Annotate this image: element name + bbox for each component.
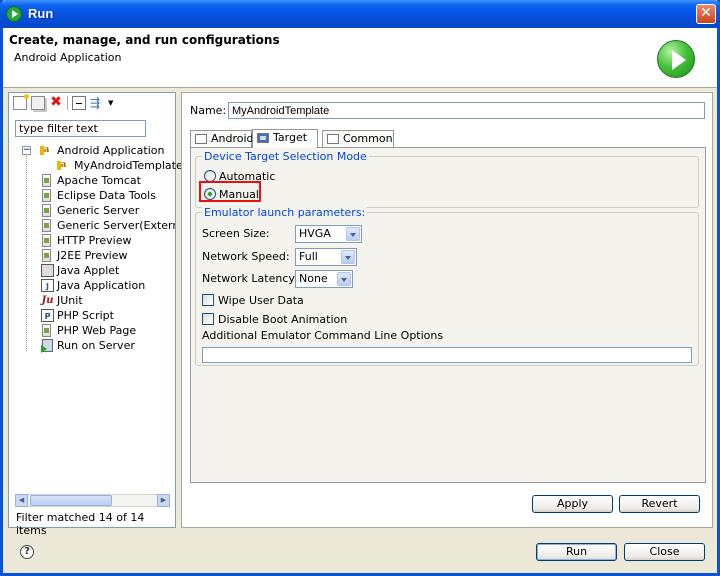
server-icon	[41, 339, 53, 353]
name-label: Name:	[190, 104, 227, 117]
configuration-name-input[interactable]	[228, 102, 705, 119]
header-banner: Create, manage, and run configurations A…	[3, 28, 717, 88]
applet-icon	[41, 264, 54, 277]
chevron-down-icon[interactable]	[337, 272, 351, 286]
toolbar-separator	[67, 96, 68, 110]
emulator-group-title: Emulator launch parameters:	[202, 206, 368, 219]
config-icon	[42, 249, 51, 262]
android-icon: a	[40, 144, 53, 157]
config-icon	[42, 234, 51, 247]
android-tab-icon	[195, 134, 207, 144]
config-toolbar: ✖ ⇶ ▼	[13, 94, 120, 114]
filter-dropdown-icon[interactable]: ▼	[108, 96, 116, 110]
tab-target[interactable]: Target	[252, 129, 318, 148]
tab-android[interactable]: Android	[190, 130, 254, 147]
duplicate-configuration-icon[interactable]	[31, 96, 45, 110]
config-icon	[42, 174, 51, 187]
target-tab-content: Device Target Selection Mode Automatic M…	[190, 147, 706, 483]
filter-input[interactable]	[15, 120, 146, 137]
configuration-list-panel: ✖⇶▼ − a Android Application a MyAndroidT…	[8, 92, 183, 537]
config-icon	[42, 189, 51, 202]
filter-status: Filter matched 14 of 14 items	[16, 511, 145, 537]
screen-size-select[interactable]: HVGA	[295, 225, 362, 243]
help-icon[interactable]: ?	[20, 545, 34, 559]
run-logo-icon	[657, 40, 695, 78]
window-title: Run	[28, 6, 54, 21]
junit-icon: Ju	[41, 295, 54, 306]
device-target-group: Device Target Selection Mode Automatic M…	[195, 150, 699, 208]
config-icon	[42, 324, 51, 337]
config-icon	[42, 219, 51, 232]
close-button[interactable]: Close	[624, 543, 705, 561]
new-configuration-icon[interactable]	[13, 94, 29, 110]
network-latency-label: Network Latency:	[202, 272, 298, 285]
config-icon	[42, 204, 51, 217]
network-speed-label: Network Speed:	[202, 250, 290, 263]
configuration-editor-panel: Name: Android Target Common Device Targe…	[181, 92, 713, 528]
scrollbar-thumb[interactable]	[30, 495, 112, 506]
tree-item-generic-server-external[interactable]: Generic Server(Externa	[17, 218, 175, 233]
collapse-all-icon[interactable]	[72, 96, 86, 110]
scroll-right-icon[interactable]: ▶	[157, 494, 170, 507]
close-window-button[interactable]: ✕	[696, 4, 716, 24]
java-app-icon: J	[41, 279, 54, 292]
run-app-icon	[6, 6, 22, 22]
scroll-left-icon[interactable]: ◀	[15, 494, 28, 507]
cmdline-options-label: Additional Emulator Command Line Options	[202, 329, 444, 342]
network-latency-select[interactable]: None	[295, 270, 353, 288]
target-tab-icon	[257, 133, 269, 143]
disable-boot-animation-box[interactable]	[202, 313, 214, 325]
manual-highlight-box	[199, 181, 261, 202]
wipe-user-data-box[interactable]	[202, 294, 214, 306]
tree-connector	[26, 151, 27, 351]
php-icon: P	[41, 309, 54, 322]
filter-configurations-icon[interactable]: ⇶	[90, 96, 104, 110]
common-tab-icon	[327, 134, 339, 144]
network-speed-select[interactable]: Full	[295, 248, 357, 266]
screen-size-label: Screen Size:	[202, 227, 270, 240]
close-icon: ✕	[700, 5, 712, 21]
run-button[interactable]: Run	[536, 543, 617, 561]
collapse-icon[interactable]: −	[22, 146, 31, 155]
chevron-down-icon[interactable]	[341, 250, 355, 264]
cmdline-options-input[interactable]	[202, 347, 692, 363]
android-icon: a	[57, 159, 70, 172]
chevron-down-icon[interactable]	[346, 227, 360, 241]
tab-common[interactable]: Common	[322, 130, 394, 147]
revert-button[interactable]: Revert	[619, 495, 700, 513]
run-dialog: Run ✕ Create, manage, and run configurat…	[0, 0, 720, 576]
emulator-launch-group: Emulator launch parameters: Screen Size:…	[195, 206, 699, 366]
banner-subtitle: Android Application	[14, 51, 122, 64]
horizontal-scrollbar[interactable]: ◀ ▶	[15, 494, 170, 507]
apply-button[interactable]: Apply	[532, 495, 613, 513]
title-bar[interactable]: Run ✕	[0, 0, 720, 28]
banner-title: Create, manage, and run configurations	[9, 33, 280, 47]
delete-configuration-icon[interactable]: ✖	[49, 95, 63, 110]
device-target-group-title: Device Target Selection Mode	[202, 150, 369, 163]
